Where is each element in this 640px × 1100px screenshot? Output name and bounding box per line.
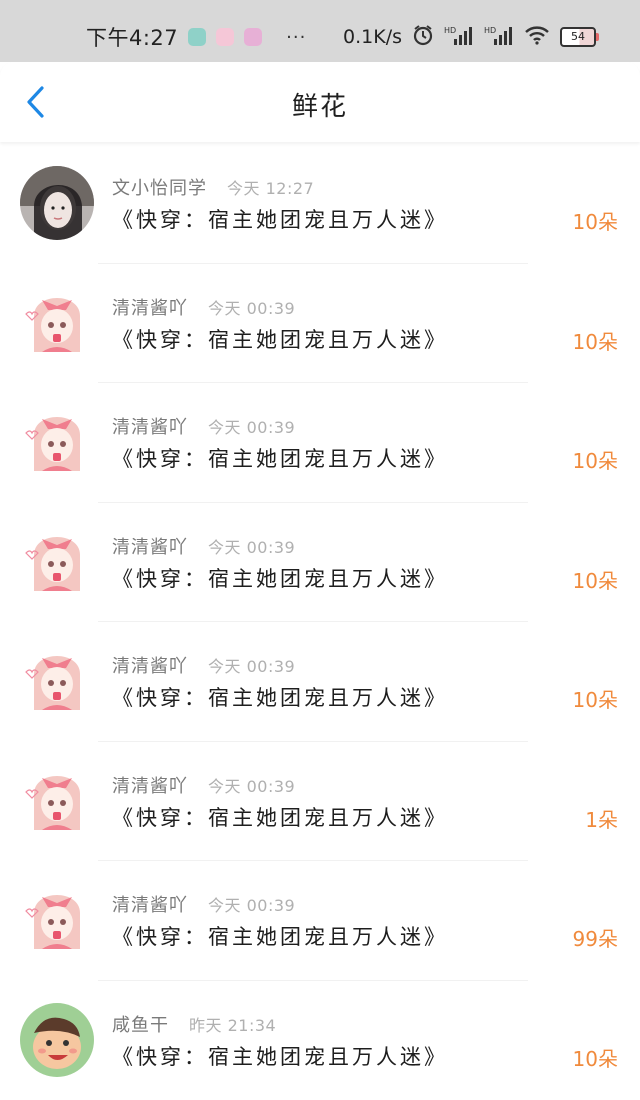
user-name[interactable]: 清清酱吖	[112, 652, 188, 678]
flower-count: 10朵	[573, 206, 618, 235]
net-speed: 0.1K/s	[343, 26, 402, 48]
avatar[interactable]	[20, 525, 94, 599]
status-left: 下午4:27 ···	[86, 22, 306, 52]
status-bar: 下午4:27 ··· 0.1K/s HD HD 54	[0, 0, 640, 62]
timestamp: 今天 00:39	[208, 773, 295, 797]
alarm-icon	[412, 24, 434, 50]
timestamp: 今天 00:39	[208, 892, 295, 916]
book-title: 《快穿：宿主她团宠且万人迷》	[112, 563, 448, 593]
user-name[interactable]: 清清酱吖	[112, 294, 188, 320]
user-name[interactable]: 清清酱吖	[112, 413, 188, 439]
list-item[interactable]: 清清酱吖 今天 00:39 《快穿：宿主她团宠且万人迷》 1朵	[0, 742, 640, 862]
book-title: 《快穿：宿主她团宠且万人迷》	[112, 682, 448, 712]
app-icon-3	[244, 28, 262, 46]
flower-count: 10朵	[573, 445, 618, 474]
status-time: 下午4:27	[86, 22, 178, 52]
list-item[interactable]: 咸鱼干 昨天 21:34 《快穿：宿主她团宠且万人迷》 10朵	[0, 981, 640, 1100]
flower-count: 10朵	[573, 684, 618, 713]
header-bar: 鲜花	[0, 62, 640, 142]
avatar[interactable]	[20, 286, 94, 360]
app-icon-2	[216, 28, 234, 46]
list-item[interactable]: 清清酱吖 今天 00:39 《快穿：宿主她团宠且万人迷》 10朵	[0, 503, 640, 623]
flower-count: 99朵	[573, 923, 618, 952]
svg-text:HD: HD	[444, 26, 456, 35]
avatar[interactable]	[20, 644, 94, 718]
flower-count: 1朵	[585, 804, 618, 833]
timestamp: 今天 12:27	[227, 175, 314, 199]
avatar[interactable]	[20, 405, 94, 479]
svg-text:HD: HD	[484, 26, 496, 35]
page-title: 鲜花	[0, 86, 640, 123]
flower-count: 10朵	[573, 1043, 618, 1072]
timestamp: 今天 00:39	[208, 295, 295, 319]
book-title: 《快穿：宿主她团宠且万人迷》	[112, 204, 448, 234]
timestamp: 今天 00:39	[208, 414, 295, 438]
list-item[interactable]: 文小怡同学 今天 12:27 《快穿：宿主她团宠且万人迷》 10朵	[0, 144, 640, 264]
book-title: 《快穿：宿主她团宠且万人迷》	[112, 1041, 448, 1071]
list-item[interactable]: 清清酱吖 今天 00:39 《快穿：宿主她团宠且万人迷》 10朵	[0, 264, 640, 384]
book-title: 《快穿：宿主她团宠且万人迷》	[112, 802, 448, 832]
timestamp: 今天 00:39	[208, 653, 295, 677]
signal-hd-icon: HD	[444, 25, 474, 49]
wifi-icon	[524, 25, 550, 49]
avatar[interactable]	[20, 1003, 94, 1077]
list-item[interactable]: 清清酱吖 今天 00:39 《快穿：宿主她团宠且万人迷》 10朵	[0, 383, 640, 503]
flower-count: 10朵	[573, 326, 618, 355]
app-icon-1	[188, 28, 206, 46]
list-item[interactable]: 清清酱吖 今天 00:39 《快穿：宿主她团宠且万人迷》 10朵	[0, 622, 640, 742]
timestamp: 昨天 21:34	[189, 1012, 276, 1036]
avatar[interactable]	[20, 764, 94, 838]
avatar[interactable]	[20, 166, 94, 240]
user-name[interactable]: 清清酱吖	[112, 772, 188, 798]
more-notifications-icon: ···	[286, 27, 306, 48]
timestamp: 今天 00:39	[208, 534, 295, 558]
status-right: 0.1K/s HD HD 54	[343, 22, 596, 52]
signal-hd-icon: HD	[484, 25, 514, 49]
book-title: 《快穿：宿主她团宠且万人迷》	[112, 324, 448, 354]
battery-icon: 54	[560, 27, 596, 47]
user-name[interactable]: 清清酱吖	[112, 891, 188, 917]
user-name[interactable]: 咸鱼干	[112, 1011, 169, 1037]
book-title: 《快穿：宿主她团宠且万人迷》	[112, 921, 448, 951]
flower-list: 文小怡同学 今天 12:27 《快穿：宿主她团宠且万人迷》 10朵 清清酱吖 今…	[0, 144, 640, 1100]
list-item[interactable]: 清清酱吖 今天 00:39 《快穿：宿主她团宠且万人迷》 99朵	[0, 861, 640, 981]
user-name[interactable]: 清清酱吖	[112, 533, 188, 559]
avatar[interactable]	[20, 883, 94, 957]
book-title: 《快穿：宿主她团宠且万人迷》	[112, 443, 448, 473]
user-name[interactable]: 文小怡同学	[112, 174, 207, 200]
flower-count: 10朵	[573, 565, 618, 594]
